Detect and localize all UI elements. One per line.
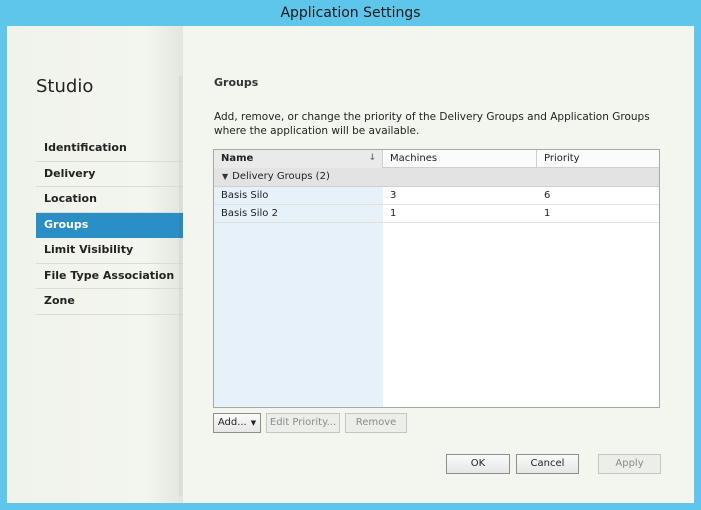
triangle-down-icon[interactable]: ▼ [222,168,228,186]
caret-down-icon: ▼ [250,419,257,427]
sidebar-nav: Identification Delivery Location Groups … [36,136,194,315]
sidebar-item-zone[interactable]: Zone [36,289,183,315]
column-header-name-label: Name [221,153,254,164]
sidebar-item-location[interactable]: Location [36,187,183,213]
table-row[interactable]: Basis Silo 2 1 1 [214,205,659,223]
add-button[interactable]: Add... ▼ [213,413,261,433]
sidebar-item-identification[interactable]: Identification [36,136,183,162]
sidebar-title: Studio [36,76,94,97]
sort-down-arrow-icon: ↓ [368,153,376,163]
sidebar: Studio Identification Delivery Location … [7,26,194,503]
cell-name: Basis Silo [221,190,269,201]
column-header-priority[interactable]: Priority [537,150,661,168]
cancel-button[interactable]: Cancel [516,454,579,474]
dialog-frame: Studio Identification Delivery Location … [7,26,694,503]
column-header-name[interactable]: Name ↓ [214,150,383,168]
cell-machines: 1 [390,208,397,219]
apply-button[interactable]: Apply [598,454,661,474]
table-header: Name ↓ Machines Priority [214,150,659,168]
column-header-machines[interactable]: Machines [383,150,537,168]
sidebar-item-groups[interactable]: Groups [36,212,194,238]
cell-name: Basis Silo 2 [221,208,278,219]
add-button-label: Add... [217,417,247,428]
group-header-label: Delivery Groups (2) [232,171,330,182]
page-title: Groups [214,76,259,89]
main-content: Groups Add, remove, or change the priori… [183,26,694,503]
page-description: Add, remove, or change the priority of t… [214,111,650,137]
group-header-delivery-groups[interactable]: ▼ Delivery Groups (2) [214,168,659,187]
edit-priority-button[interactable]: Edit Priority... [266,413,340,433]
cell-machines: 3 [390,190,397,201]
cell-priority: 1 [544,208,551,219]
remove-button[interactable]: Remove [345,413,407,433]
sidebar-item-limit-visibility[interactable]: Limit Visibility [36,238,183,264]
cell-priority: 6 [544,190,551,201]
window-title: Application Settings [0,0,701,26]
ok-button[interactable]: OK [446,454,510,474]
groups-table: Name ↓ Machines Priority ▼ Delivery Group… [213,149,660,408]
sidebar-item-delivery[interactable]: Delivery [36,162,183,187]
sidebar-item-file-type-association[interactable]: File Type Association [36,264,183,289]
table-row[interactable]: Basis Silo 3 6 [214,187,659,205]
